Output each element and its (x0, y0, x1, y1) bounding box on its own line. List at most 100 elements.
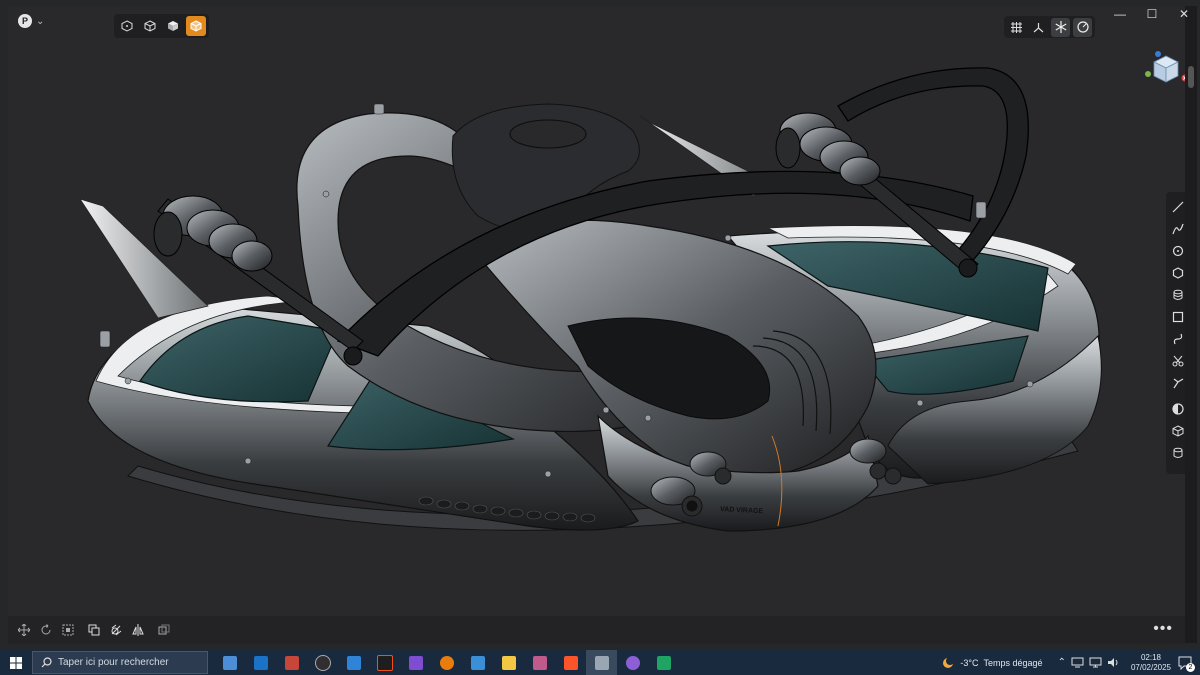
taskview-app-icon[interactable] (214, 650, 245, 675)
view-cube[interactable] (1140, 50, 1185, 90)
snowflake-icon (1055, 21, 1066, 33)
monitor-icon[interactable] (1089, 657, 1102, 668)
transform-toolbar: ••• (8, 616, 1185, 644)
calculator-app-icon[interactable] (462, 650, 493, 675)
polygon-tool[interactable] (1168, 262, 1185, 284)
scissors-icon (1172, 355, 1184, 367)
line-icon (1172, 201, 1184, 213)
scale-tool[interactable] (58, 620, 78, 640)
weather-temp: -3°C (960, 657, 979, 668)
system-tray: -3°C Temps dégagé ⌃ 02:18 07/02/2025 2 (941, 650, 1200, 675)
shapr3d-app-icon[interactable] (586, 650, 617, 675)
stack-icon (1173, 289, 1183, 300)
taskbar-search[interactable]: Taper ici pour rechercher (32, 651, 208, 674)
hexagon-icon (1172, 267, 1184, 279)
cylinder-tool[interactable] (1168, 442, 1185, 464)
wireframe-view-button[interactable] (117, 16, 137, 36)
discord-app-icon[interactable] (617, 650, 648, 675)
spline-icon (1172, 223, 1184, 235)
file-explorer-app-icon[interactable] (493, 650, 524, 675)
search-placeholder: Taper ici pour rechercher (58, 657, 169, 668)
start-button[interactable] (0, 650, 32, 675)
circle-tool[interactable] (1168, 240, 1185, 262)
axis-toggle-button[interactable] (1029, 18, 1048, 37)
profile-avatar[interactable]: P (18, 14, 32, 28)
shaded-edges-cube-icon (190, 20, 202, 32)
view-cube-icon (1145, 51, 1185, 83)
sheets-app-icon[interactable] (648, 650, 679, 675)
search-icon (41, 657, 52, 668)
project-tool[interactable] (1168, 372, 1185, 394)
red-app-icon[interactable] (276, 650, 307, 675)
view-mode-toolbar (114, 14, 209, 38)
rectangle-icon (1172, 311, 1184, 323)
vertical-scrollbar[interactable] (1185, 6, 1197, 643)
spaceship-model[interactable]: VAD VIRAGE (8, 6, 1185, 643)
copy-tool[interactable] (84, 620, 104, 640)
maximize-button[interactable]: ☐ (1136, 0, 1168, 28)
close-button[interactable]: ✕ (1168, 0, 1200, 28)
3d-viewport[interactable]: VAD VIRAGE P ⌄ (8, 6, 1185, 643)
weather-widget[interactable]: -3°C Temps dégagé (941, 656, 1052, 670)
brave-app-icon[interactable] (555, 650, 586, 675)
trim-tool[interactable] (1168, 350, 1185, 372)
system-clock[interactable]: 02:18 07/02/2025 (1131, 653, 1171, 673)
affinity-photo-app-icon[interactable] (400, 650, 431, 675)
affinity-designer-app-icon[interactable] (338, 650, 369, 675)
project-icon (1173, 378, 1184, 389)
rectangle-tool[interactable] (1168, 306, 1185, 328)
windows-taskbar: Taper ici pour rechercher -3°C Temps dég… (0, 650, 1200, 675)
left-engine (153, 195, 273, 272)
shaded-view-button[interactable] (163, 16, 183, 36)
pattern-tool[interactable] (154, 620, 174, 640)
clock-time: 02:18 (1140, 652, 1161, 662)
notifications-button[interactable]: 2 (1176, 654, 1195, 672)
grid-icon (1011, 21, 1022, 33)
line-tool[interactable] (1168, 196, 1185, 218)
notification-badge: 2 (1186, 662, 1195, 672)
profile-menu[interactable]: P ⌄ (18, 14, 44, 28)
hidden-line-icon (144, 20, 156, 32)
app-window: VAD VIRAGE P ⌄ — ☐ ✕ ••• (0, 0, 1200, 650)
grid-toggle-button[interactable] (1007, 18, 1026, 37)
windows-logo-icon (10, 656, 22, 669)
chevron-up-icon[interactable]: ⌃ (1058, 657, 1066, 668)
boolean-tool[interactable] (106, 620, 126, 640)
move-tool[interactable] (14, 620, 34, 640)
weather-desc: Temps dégagé (983, 657, 1043, 668)
spline-tool[interactable] (1168, 218, 1185, 240)
blender-app-icon[interactable] (431, 650, 462, 675)
environment-icon (1076, 21, 1089, 33)
window-controls: — ☐ ✕ (1104, 0, 1200, 28)
game-app-icon[interactable] (524, 650, 555, 675)
solid-tool[interactable] (1168, 420, 1185, 442)
rotate-icon (41, 624, 51, 635)
mirror-icon (132, 624, 144, 636)
more-options-icon[interactable]: ••• (1153, 620, 1173, 638)
shaded-edges-view-button[interactable] (186, 16, 206, 36)
obs-app-icon[interactable] (307, 650, 338, 675)
extrude-tool[interactable] (1168, 284, 1185, 306)
figma-app-icon[interactable] (369, 650, 400, 675)
snap-toggle-button[interactable] (1051, 17, 1070, 37)
network-icon[interactable] (1071, 657, 1084, 668)
volume-icon[interactable] (1107, 657, 1120, 668)
environment-toggle-button[interactable] (1073, 17, 1092, 37)
minimize-button[interactable]: — (1104, 0, 1136, 28)
shaded-cube-icon (168, 21, 178, 31)
chevron-down-icon[interactable]: ⌄ (36, 16, 44, 27)
curve-tool[interactable] (1168, 328, 1185, 350)
rotate-tool[interactable] (36, 620, 56, 640)
wireframe-icon (121, 20, 133, 32)
scrollbar-thumb[interactable] (1188, 66, 1194, 88)
cube-icon (1172, 425, 1184, 437)
mirror-tool[interactable] (128, 620, 148, 640)
display-toggles (1004, 16, 1095, 38)
revolve-tool[interactable] (1168, 398, 1185, 420)
axis-icon (1033, 22, 1044, 32)
pattern-icon (158, 624, 170, 635)
outlook-app-icon[interactable] (245, 650, 276, 675)
copy-icon (88, 624, 100, 636)
hidden-line-view-button[interactable] (140, 16, 160, 36)
cylinder-icon (1173, 447, 1183, 458)
